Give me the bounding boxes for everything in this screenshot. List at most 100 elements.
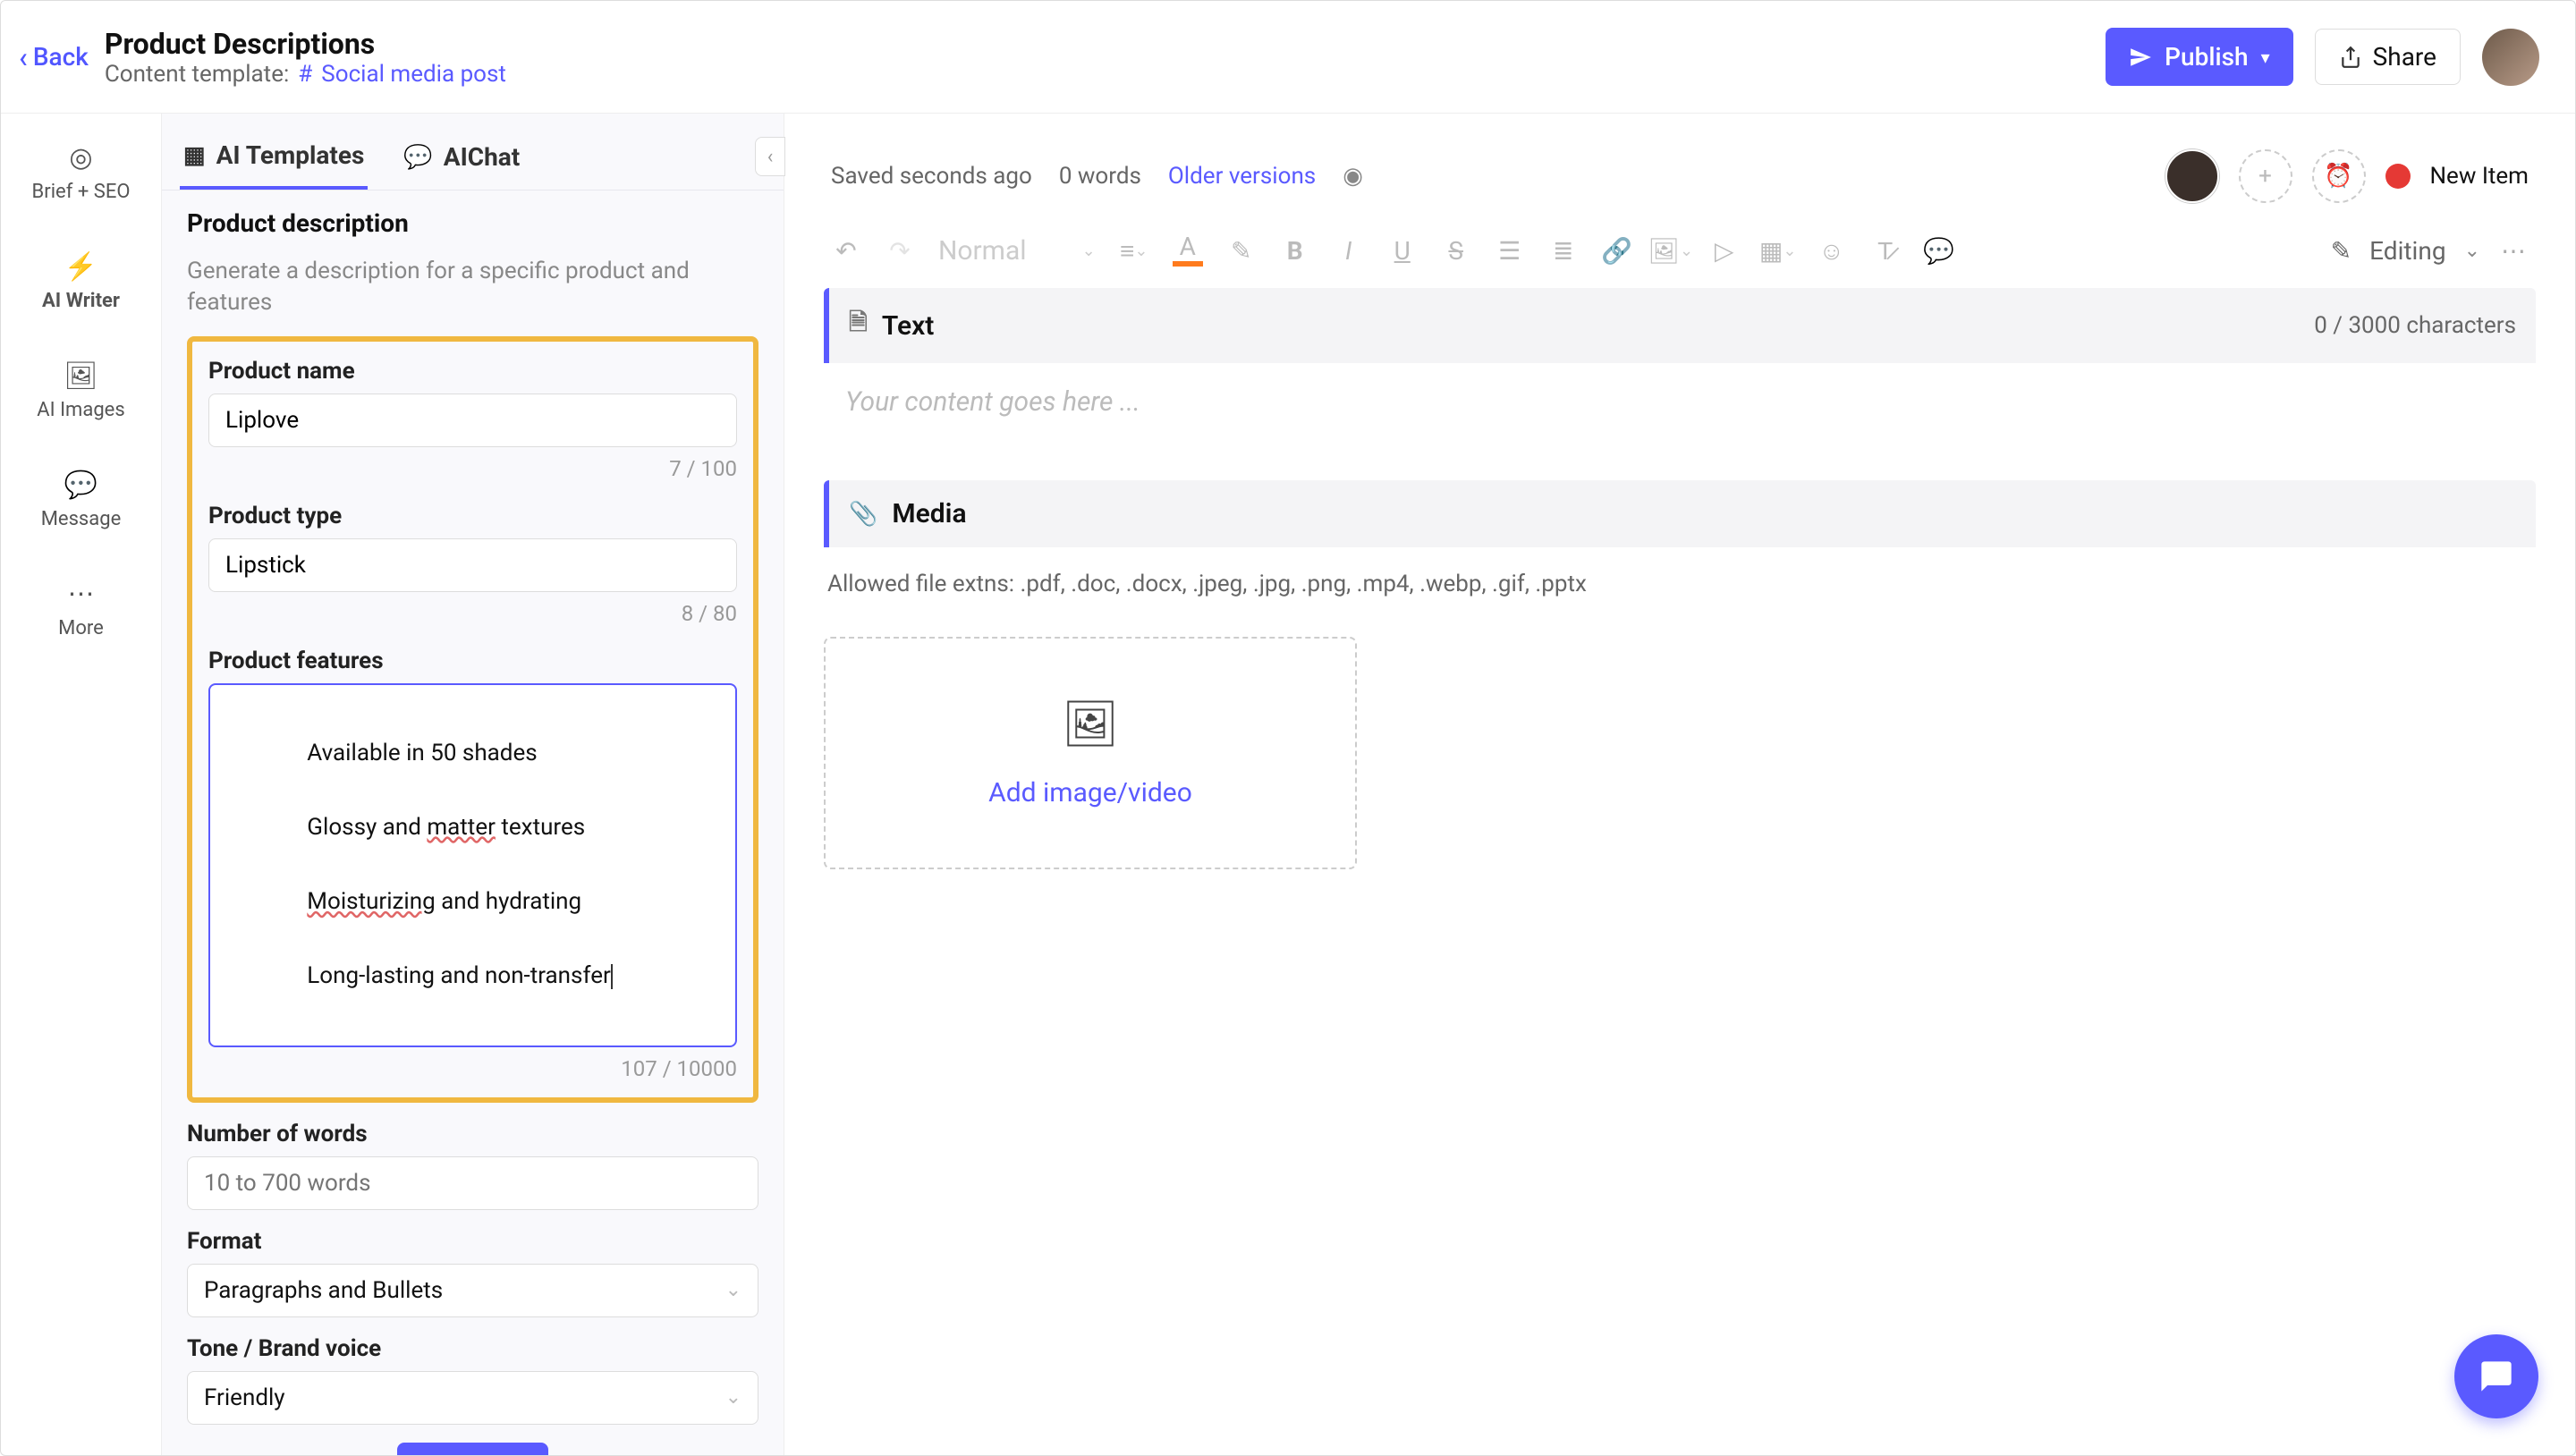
status-dot (2385, 164, 2411, 189)
feature-line-2-typo: matter (427, 814, 496, 841)
back-label: Back (33, 42, 89, 72)
hash-icon: # (298, 61, 312, 88)
page-title: Product Descriptions (105, 27, 506, 61)
link-icon[interactable]: 🔗 (1602, 236, 1632, 267)
text-block-header[interactable]: 🗎 Text 0 / 3000 characters (824, 288, 2536, 363)
italic-icon[interactable]: I (1334, 236, 1364, 267)
text-block-title: Text (882, 310, 934, 342)
edit-mode-select[interactable]: Editing (2369, 236, 2445, 266)
attachment-icon: 📎 (849, 501, 877, 528)
undo-icon[interactable]: ↶ (831, 236, 861, 267)
chevron-left-icon: ‹ (767, 146, 774, 168)
rail-more[interactable]: ⋯ More (51, 571, 111, 647)
feature-line-2c: textures (496, 814, 585, 841)
document-icon: 🗎 (849, 306, 868, 345)
product-features-input[interactable]: Available in 50 shades Glossy and matter… (208, 683, 737, 1046)
publish-button[interactable]: Publish ▾ (2106, 28, 2292, 86)
dropzone-cta: Add image/video (988, 777, 1192, 808)
clear-format-icon[interactable]: T̷ (1870, 236, 1901, 267)
saved-status: Saved seconds ago (831, 163, 1032, 190)
product-name-input[interactable] (208, 394, 737, 447)
rail-ai-images[interactable]: 🖼 AI Images (30, 353, 131, 428)
clock-collaborator[interactable]: ⏰ (2312, 149, 2366, 203)
message-icon: 💬 (64, 470, 97, 501)
section-title: Product description (187, 208, 758, 238)
numbered-list-icon[interactable]: ≣ (1548, 236, 1579, 267)
add-user-icon: + (2258, 163, 2272, 190)
add-collaborator-button[interactable]: + (2239, 149, 2292, 203)
collaborator-avatar[interactable] (2165, 149, 2219, 203)
chevron-down-icon: ⌄ (725, 1386, 741, 1409)
share-button[interactable]: Share (2315, 29, 2461, 85)
format-select[interactable]: Paragraphs and Bullets ⌄ (187, 1264, 758, 1317)
text-cursor (611, 964, 613, 990)
share-icon (2339, 46, 2362, 69)
tone-select[interactable]: Friendly ⌄ (187, 1371, 758, 1425)
template-link[interactable]: Social media post (321, 61, 506, 88)
highlighted-inputs: Product name 7 / 100 Product type 8 / 80… (187, 336, 758, 1102)
highlight-icon[interactable]: ✎ (1226, 236, 1257, 267)
text-char-counter: 0 / 3000 characters (2314, 312, 2516, 339)
tab-aichat-label: AIChat (444, 142, 520, 172)
table-icon[interactable]: ▦⌄ (1763, 236, 1793, 267)
align-icon[interactable]: ≡⌄ (1119, 236, 1149, 267)
grid-icon: ▦ (183, 142, 206, 169)
comment-icon[interactable]: 💬 (1924, 236, 1954, 267)
back-button[interactable]: ‹ Back (19, 40, 89, 74)
older-versions-link[interactable]: Older versions (1168, 163, 1316, 190)
image-icon: 🖼 (64, 360, 97, 392)
num-words-label: Number of words (187, 1121, 758, 1147)
video-icon[interactable]: ▷ (1709, 236, 1740, 267)
num-words-input[interactable] (187, 1156, 758, 1210)
word-count: 0 words (1059, 163, 1141, 190)
section-desc: Generate a description for a specific pr… (187, 256, 758, 318)
rail-ai-writer[interactable]: ⚡ AI Writer (35, 244, 127, 319)
strikethrough-icon[interactable]: S (1441, 236, 1471, 267)
product-name-label: Product name (208, 358, 737, 385)
chevron-down-icon: ⌄ (725, 1279, 741, 1301)
chevron-down-icon: ▾ (2261, 47, 2270, 68)
generate-button[interactable]: Generate (397, 1443, 549, 1455)
help-fab[interactable] (2454, 1334, 2538, 1418)
feature-line-4: Long-lasting and non-transfer (307, 962, 611, 989)
product-type-input[interactable] (208, 538, 737, 592)
feature-line-2a: Glossy and (307, 814, 427, 841)
media-dropzone[interactable]: 🖼 Add image/video (824, 637, 1357, 869)
bolt-icon: ⚡ (64, 251, 97, 283)
toolbar-more-icon[interactable]: ⋯ (2498, 236, 2529, 267)
chevron-down-icon: ⌄ (1082, 241, 1096, 260)
user-avatar[interactable] (2482, 29, 2539, 86)
visibility-icon[interactable]: ◉ (1343, 163, 1363, 190)
rail-writer-label: AI Writer (42, 290, 120, 312)
rail-brief-seo[interactable]: ◎ Brief + SEO (25, 135, 138, 210)
image-icon[interactable]: 🖼⌄ (1656, 236, 1686, 267)
image-placeholder-icon: 🖼 (1062, 698, 1118, 750)
tone-label: Tone / Brand voice (187, 1335, 758, 1362)
rail-message[interactable]: 💬 Message (34, 462, 129, 538)
tab-ai-templates-label: AI Templates (216, 140, 365, 170)
media-block-title: Media (892, 498, 966, 529)
format-value: Paragraphs and Bullets (204, 1277, 443, 1304)
style-select[interactable]: Normal ⌄ (938, 235, 1096, 267)
bold-icon[interactable]: B (1280, 236, 1310, 267)
format-label: Format (187, 1228, 758, 1255)
text-content-area[interactable]: Your content goes here ... (824, 363, 2536, 441)
chevron-left-icon: ‹ (19, 40, 28, 74)
new-item-button[interactable]: New Item (2430, 163, 2529, 190)
media-block-header[interactable]: 📎 Media (824, 480, 2536, 547)
emoji-icon[interactable]: ☺ (1817, 236, 1847, 267)
rail-more-label: More (58, 617, 104, 639)
underline-icon[interactable]: U (1387, 236, 1418, 267)
product-name-counter: 7 / 100 (208, 456, 737, 481)
text-color-icon[interactable]: A (1173, 236, 1203, 267)
rail-images-label: AI Images (37, 399, 124, 421)
send-icon (2129, 46, 2152, 69)
product-type-counter: 8 / 80 (208, 601, 737, 626)
redo-icon[interactable]: ↷ (885, 236, 915, 267)
tone-value: Friendly (204, 1384, 285, 1411)
tab-aichat[interactable]: 💬 AIChat (400, 128, 523, 190)
bullet-list-icon[interactable]: ☰ (1495, 236, 1525, 267)
collapse-sidebar-button[interactable]: ‹ (755, 137, 785, 176)
media-allowed-text: Allowed file extns: .pdf, .doc, .docx, .… (824, 547, 2536, 610)
tab-ai-templates[interactable]: ▦ AI Templates (180, 128, 368, 190)
